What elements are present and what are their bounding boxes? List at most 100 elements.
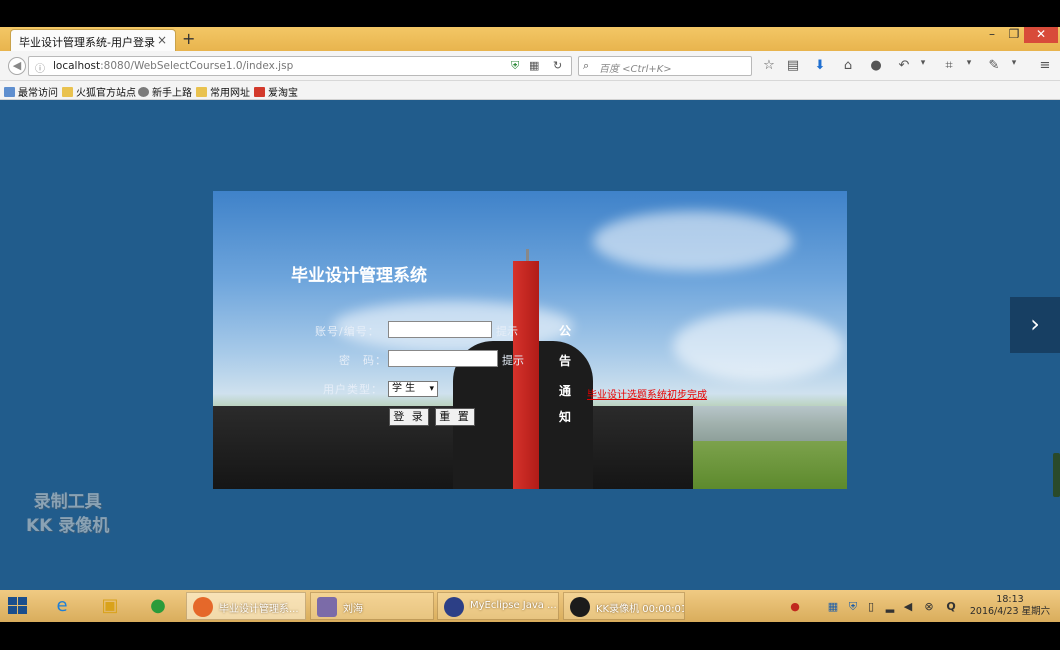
screenshot-icon[interactable]: ⌗ — [940, 58, 958, 73]
search-input[interactable]: ⌕ 百度 <Ctrl+K> — [578, 56, 752, 76]
back-button[interactable]: ◀ — [8, 57, 26, 75]
task-label: KK录像机 00:00:01 — [596, 604, 685, 615]
address-bar[interactable]: ⓘ localhost:8080/WebSelectCourse1.0/inde… — [28, 56, 572, 76]
side-grip — [1053, 453, 1060, 497]
screenshot-dropdown-icon[interactable]: ▾ — [960, 58, 978, 68]
reset-button[interactable]: 重 置 — [435, 408, 475, 426]
file-explorer-icon[interactable]: ▣ — [94, 594, 126, 618]
bookmark-most-visited[interactable]: 最常访问 — [4, 84, 58, 99]
ie-icon[interactable]: e — [46, 594, 78, 618]
watermark-line: KK 录像机 — [26, 516, 110, 536]
chat-icon[interactable]: ● — [867, 58, 885, 73]
network-app-icon[interactable]: ▦ — [826, 600, 840, 613]
reload-icon[interactable]: ↻ — [553, 59, 562, 72]
shield-icon[interactable]: ⛨ — [846, 600, 860, 614]
password-input[interactable] — [388, 350, 498, 367]
nav-bar: ◀ ⓘ localhost:8080/WebSelectCourse1.0/in… — [0, 51, 1060, 81]
notice-char: 知 — [559, 410, 572, 424]
bookmark-label: 常用网址 — [210, 88, 250, 99]
clock-time: 18:13 — [996, 594, 1024, 605]
bookmark-folder-icon — [62, 87, 73, 97]
home-icon[interactable]: ⌂ — [839, 58, 857, 73]
bookmark-firefox-site[interactable]: 火狐官方站点 — [62, 84, 136, 99]
bookmark-label: 新手上路 — [152, 88, 192, 99]
device-icon[interactable]: ▯ — [864, 600, 878, 613]
task-firefox[interactable]: 毕业设计管理系... — [186, 592, 306, 620]
system-clock[interactable]: 18:13 2016/4/23 星期六 — [968, 594, 1052, 618]
tab-strip: 毕业设计管理系统-用户登录 × + – ❐ ✕ — [0, 27, 1060, 51]
kk-recorder-icon — [570, 597, 590, 617]
account-hint: 提示 — [496, 325, 518, 338]
bookmark-folder-icon — [4, 87, 15, 97]
undo-dropdown-icon[interactable]: ▾ — [914, 58, 932, 68]
login-banner: 毕业设计管理系统 账号/编号： 提示 密 码： 提示 用户类型： 学 生 ▾ 登 … — [213, 191, 847, 489]
tools-dropdown-icon[interactable]: ▾ — [1005, 58, 1023, 68]
app-icon[interactable]: ● — [142, 594, 174, 618]
page-content: 毕业设计管理系统 账号/编号： 提示 密 码： 提示 用户类型： 学 生 ▾ 登 … — [0, 100, 1060, 590]
folder-icon — [317, 597, 337, 617]
new-tab-button[interactable]: + — [182, 29, 195, 48]
volume-icon[interactable]: ◀ — [901, 600, 915, 613]
record-icon[interactable]: ● — [788, 600, 802, 613]
task-label: 毕业设计管理系... — [219, 604, 299, 615]
role-select[interactable]: 学 生 ▾ — [388, 381, 438, 397]
role-label: 用户类型： — [323, 383, 383, 396]
myeclipse-icon — [444, 597, 464, 617]
url-path: :8080/WebSelectCourse1.0/index.jsp — [100, 60, 294, 72]
firefox-icon — [193, 597, 213, 617]
bookmark-getting-started[interactable]: 新手上路 — [138, 84, 192, 99]
restore-button[interactable]: ❐ — [1004, 27, 1024, 43]
tab-title: 毕业设计管理系统-用户登录 — [19, 36, 155, 49]
password-hint: 提示 — [502, 354, 524, 367]
info-icon[interactable]: ⓘ — [35, 60, 45, 75]
screen: 毕业设计管理系统-用户登录 × + – ❐ ✕ ◀ ⓘ localhost:80… — [0, 0, 1060, 650]
system-title: 毕业设计管理系统 — [291, 266, 427, 286]
q-app-icon[interactable]: Q — [944, 600, 958, 613]
role-value: 学 生 — [392, 383, 416, 394]
reading-list-icon[interactable]: ▤ — [784, 58, 802, 73]
cloud — [673, 311, 843, 381]
bookmarks-bar: 最常访问 火狐官方站点 新手上路 常用网址 爱淘宝 — [0, 81, 1060, 100]
download-icon[interactable]: ⬇ — [811, 58, 829, 73]
cloud — [593, 211, 793, 271]
shield-icon[interactable]: ⛨ — [511, 59, 519, 73]
password-label: 密 码： — [339, 354, 387, 367]
windows-start-button[interactable] — [8, 597, 28, 615]
task-myeclipse[interactable]: MyEclipse Java ... — [437, 592, 559, 620]
close-tab-icon[interactable]: × — [157, 33, 167, 47]
task-folder[interactable]: 刘海 — [310, 592, 434, 620]
tools-icon[interactable]: ✎ — [985, 58, 1003, 73]
next-slide-button[interactable]: › — [1010, 297, 1060, 353]
url-text: localhost:8080/WebSelectCourse1.0/index.… — [53, 60, 293, 72]
login-button[interactable]: 登 录 — [389, 408, 429, 426]
task-kk-recorder[interactable]: KK录像机 00:00:01 — [563, 592, 685, 620]
background-buildings — [693, 406, 847, 441]
bookmark-common-sites[interactable]: 常用网址 — [196, 84, 250, 99]
bookmark-taobao[interactable]: 爱淘宝 — [254, 84, 298, 99]
task-label: MyEclipse Java ... — [470, 600, 557, 611]
minimize-button[interactable]: – — [982, 27, 1002, 43]
url-host: localhost — [53, 60, 101, 72]
bottom-letterbox — [0, 622, 1060, 650]
undo-icon[interactable]: ↶ — [895, 58, 913, 73]
notice-link[interactable]: 毕业设计选题系统初步完成 — [587, 386, 707, 401]
search-icon: ⌕ — [583, 59, 590, 72]
tab-login[interactable]: 毕业设计管理系统-用户登录 × — [10, 29, 176, 51]
recorder-watermark: 录制工具 KK 录像机 — [26, 490, 109, 538]
close-window-button[interactable]: ✕ — [1024, 27, 1058, 43]
bookmark-label: 火狐官方站点 — [76, 88, 136, 99]
notice-char: 告 — [559, 354, 572, 368]
bookmark-folder-icon — [196, 87, 207, 97]
top-letterbox — [0, 0, 1060, 27]
no-entry-icon[interactable]: ⊗ — [922, 600, 936, 613]
notice-char: 公 — [559, 324, 572, 338]
qr-code-icon[interactable]: ▦ — [529, 59, 539, 72]
globe-icon — [138, 87, 149, 97]
bookmark-star-icon[interactable]: ☆ — [760, 58, 778, 73]
menu-icon[interactable]: ≡ — [1036, 58, 1054, 73]
watermark-line: 录制工具 — [33, 492, 102, 512]
signal-icon[interactable]: ▂ — [883, 600, 897, 613]
account-input[interactable] — [388, 321, 492, 338]
search-placeholder: 百度 <Ctrl+K> — [599, 64, 672, 75]
taobao-icon — [254, 87, 265, 97]
